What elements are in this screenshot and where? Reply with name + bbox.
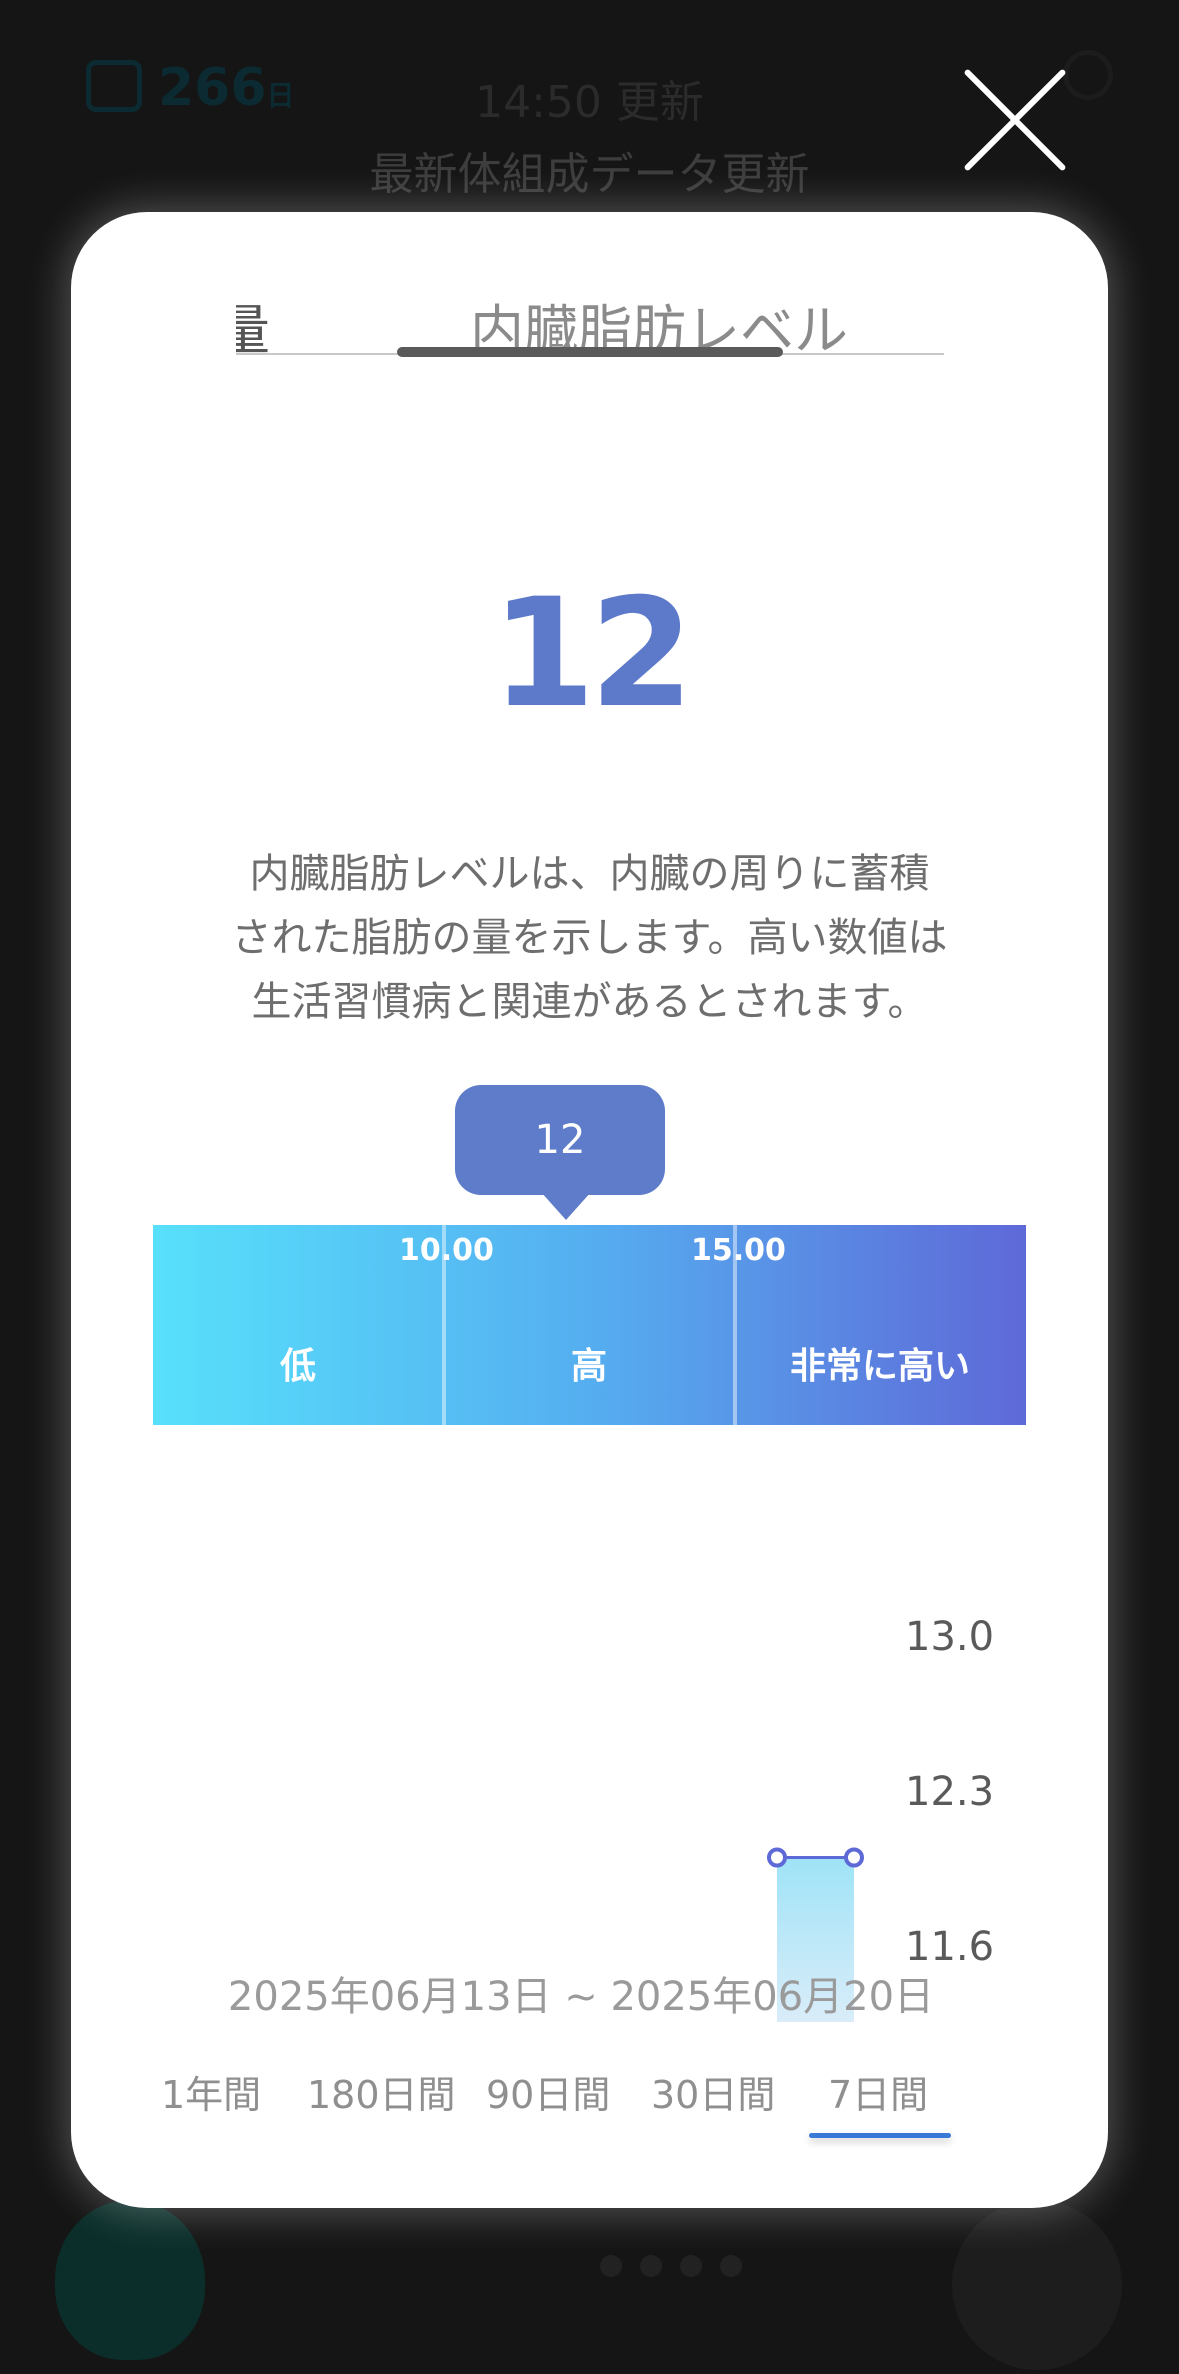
gear-icon	[952, 2200, 1122, 2370]
period-30-days[interactable]: 30日間	[651, 2064, 775, 2119]
close-icon[interactable]	[955, 60, 1075, 180]
page-dots	[600, 2255, 742, 2277]
metric-detail-modal: 量 内臓脂肪レベル タ 12 内臓脂肪レベルは、内臓の周りに蓄積 された脂肪の量…	[71, 212, 1108, 2208]
y-tick-label: 12.3	[905, 1769, 994, 1815]
threshold-label: 15.00	[691, 1233, 786, 1268]
tab-active-indicator	[397, 347, 783, 357]
level-scale-bar: 10.00 15.00 低 高 非常に高い	[153, 1225, 1026, 1425]
date-range-label: 2025年06月13日 ~ 2025年06月20日	[227, 1974, 935, 2020]
period-selected-indicator	[809, 2133, 951, 2138]
segment-very-high: 非常に高い	[789, 1346, 970, 1387]
period-180-days[interactable]: 180日間	[307, 2064, 456, 2119]
history-chart: 13.012.311.611.0	[767, 1614, 994, 2022]
chart-data-point	[767, 1847, 787, 1868]
current-value-bubble: 12	[455, 1085, 665, 1195]
description-line: 生活習慣病と関連があるとされます。	[251, 979, 928, 1025]
period-7-days[interactable]: 7日間	[828, 2064, 928, 2119]
chart-data-point	[844, 1847, 864, 1868]
segment-low: 低	[279, 1346, 316, 1387]
segment-high: 高	[570, 1346, 607, 1387]
description-line: 内臓脂肪レベルは、内臓の周りに蓄積	[249, 851, 930, 897]
description-line: された脂肪の量を示します。高い数値は	[231, 915, 948, 961]
metric-description: 内臓脂肪レベルは、内臓の周りに蓄積 された脂肪の量を示します。高い数値は 生活習…	[161, 842, 1018, 1034]
period-1-year[interactable]: 1年間	[161, 2064, 261, 2119]
y-tick-label: 13.0	[905, 1614, 994, 1660]
period-selector: 1年間 180日間 90日間 30日間 7日間	[71, 2064, 1108, 2144]
threshold-label: 10.00	[399, 1233, 494, 1268]
metric-value: 12	[491, 567, 694, 741]
period-90-days[interactable]: 90日間	[486, 2064, 610, 2119]
bubble-pointer	[541, 1192, 591, 1220]
mascot-icon	[55, 2200, 205, 2360]
